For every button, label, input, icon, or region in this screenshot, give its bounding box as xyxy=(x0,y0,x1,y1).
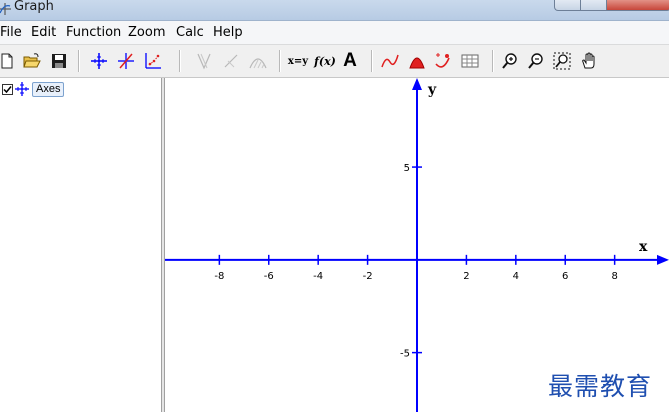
function-list-panel[interactable]: Axes xyxy=(0,78,161,412)
title-bar[interactable]: Graph xyxy=(0,0,669,21)
new-file-icon xyxy=(1,53,13,69)
axes-button[interactable] xyxy=(88,50,110,72)
trendline-button[interactable] xyxy=(432,50,454,72)
y-axis-arrow xyxy=(412,78,422,90)
tangent-button[interactable] xyxy=(193,50,215,72)
maximize-button[interactable] xyxy=(580,0,608,11)
zoom-window-button[interactable] xyxy=(551,50,573,72)
app-icon xyxy=(0,3,11,15)
graph-window: Graph File Edit Function Zoom Calc Help xyxy=(0,0,669,412)
tree-item-axes[interactable]: Axes xyxy=(2,81,65,97)
area-icon xyxy=(409,57,425,69)
hand-pan-button[interactable] xyxy=(578,50,600,72)
insert-text-button[interactable]: A xyxy=(339,50,361,72)
insert-function-button[interactable] xyxy=(115,50,137,72)
shading-button[interactable] xyxy=(247,50,269,72)
zoom-out-button[interactable] xyxy=(525,50,547,72)
table-button[interactable] xyxy=(459,50,481,72)
curve-icon xyxy=(381,54,399,68)
x-tick-label: -4 xyxy=(313,271,323,282)
close-button[interactable] xyxy=(606,0,669,11)
area-button[interactable] xyxy=(406,50,428,72)
relation-button[interactable] xyxy=(220,50,242,72)
x-tick-label: -2 xyxy=(363,271,373,282)
menu-bar: File Edit Function Zoom Calc Help xyxy=(0,21,669,45)
zoom-out-icon xyxy=(528,53,543,69)
y-axis-label: y xyxy=(427,82,437,98)
fx-icon: f(x) xyxy=(314,54,336,68)
axes-checkbox[interactable] xyxy=(2,83,13,95)
hand-pan-icon xyxy=(582,52,595,69)
menu-function[interactable]: Function xyxy=(66,25,121,40)
trendline-icon xyxy=(435,53,450,68)
insert-function-icon xyxy=(118,53,134,69)
x-tick-label: 4 xyxy=(513,271,519,282)
minimize-button[interactable] xyxy=(554,0,582,11)
tree-item-label: Axes xyxy=(32,81,65,97)
shading-icon xyxy=(249,58,267,69)
menu-file[interactable]: File xyxy=(0,25,22,40)
watermark-text: 最需教育 xyxy=(548,372,653,401)
window-title: Graph xyxy=(14,0,54,14)
insert-text-icon: A xyxy=(343,50,357,71)
x-tick-label: 2 xyxy=(463,271,469,282)
x-axis-arrow xyxy=(657,254,669,265)
point-series-button[interactable] xyxy=(142,50,164,72)
y-tick-label: -5 xyxy=(400,349,410,360)
curve-button[interactable] xyxy=(379,50,401,72)
open-folder-icon xyxy=(23,53,41,68)
menu-zoom[interactable]: Zoom xyxy=(128,25,165,40)
open-button[interactable] xyxy=(21,50,43,72)
toolbar: x=y f(x) A xyxy=(0,45,669,78)
zoom-window-icon xyxy=(553,52,571,70)
graph-area[interactable]: x y -8 -6 -4 -2 2 4 6 8 5 -5 xyxy=(165,78,669,412)
point-series-icon xyxy=(145,53,161,69)
tangent-icon xyxy=(197,53,211,70)
menu-calc[interactable]: Calc xyxy=(176,25,204,40)
axes-icon xyxy=(91,53,107,69)
save-disk-icon xyxy=(52,54,66,68)
menu-edit[interactable]: Edit xyxy=(31,25,56,40)
relation-icon xyxy=(224,54,238,68)
y-tick-label: 5 xyxy=(404,163,410,174)
table-icon xyxy=(461,54,479,68)
xy-evaluate-icon: x=y xyxy=(287,55,309,67)
new-file-button[interactable] xyxy=(0,50,18,72)
x-tick-label: -6 xyxy=(264,271,274,282)
coordinate-plane: x y -8 -6 -4 -2 2 4 6 8 5 -5 xyxy=(165,78,669,412)
zoom-in-button[interactable] xyxy=(499,50,521,72)
x-tick-label: 6 xyxy=(562,271,568,282)
xy-evaluate-button[interactable]: x=y xyxy=(286,50,310,72)
checkmark-icon xyxy=(3,85,12,93)
x-axis-label: x xyxy=(639,239,648,255)
x-tick-label: -8 xyxy=(214,271,224,282)
fx-button[interactable]: f(x) xyxy=(313,50,337,72)
zoom-in-icon xyxy=(502,53,517,69)
axes-icon xyxy=(15,82,29,96)
menu-help[interactable]: Help xyxy=(213,25,243,40)
save-button[interactable] xyxy=(48,50,70,72)
x-tick-label: 8 xyxy=(611,271,617,282)
